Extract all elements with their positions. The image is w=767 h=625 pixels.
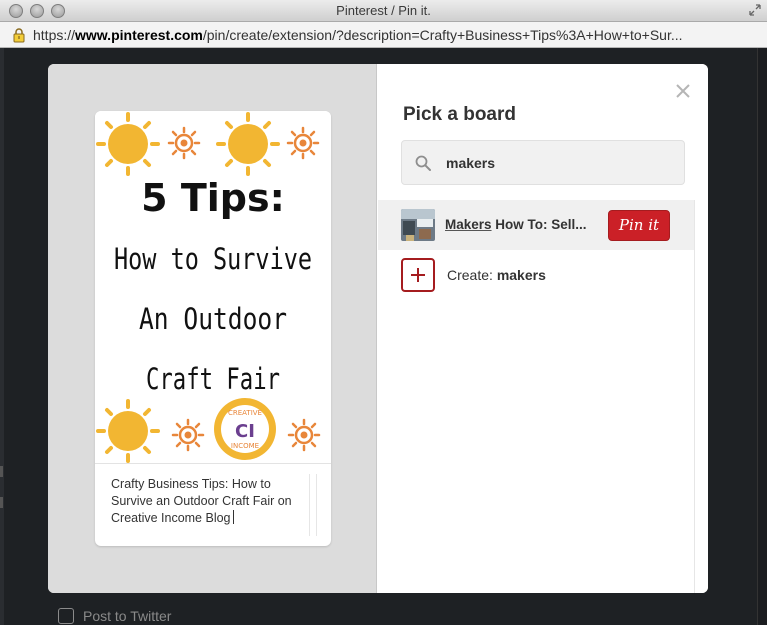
window-title: Pinterest / Pin it. [336,3,431,18]
pin-headline: 5 Tips: [141,176,285,220]
small-sun-icon [286,126,320,160]
board-name-rest: How To: Sell... [491,217,587,232]
search-input[interactable] [446,153,666,173]
window-scrollbar[interactable] [757,48,767,625]
board-name-highlight: Makers [445,217,492,232]
background-text-fragment [0,466,3,477]
description-field[interactable]: Crafty Business Tips: How to Survive an … [95,463,331,546]
address-bar[interactable]: https://www.pinterest.com/pin/create/ext… [0,22,767,48]
board-list: Makers How To: Sell... Pin it Create: ma… [378,200,694,593]
board-item[interactable]: Makers How To: Sell... Pin it [378,200,694,250]
svg-text:CREATIVE: CREATIVE [228,409,262,417]
twitter-checkbox[interactable] [58,608,74,624]
svg-text:CI: CI [235,421,255,442]
search-icon [415,155,431,171]
board-picker-pane: Pick a board Makers How To: Sell... Pi [378,64,708,593]
url-text[interactable]: https://www.pinterest.com/pin/create/ext… [33,27,763,43]
creative-income-logo: CREATIVE CI INCOME [214,398,276,460]
board-search[interactable] [401,140,685,185]
description-scrollbar[interactable] [309,474,317,536]
pin-it-button[interactable]: Pin it [608,210,670,241]
small-sun-icon [167,126,201,160]
pin-image: 5 Tips: How to Survive An Outdoor Craft … [95,111,331,463]
close-icon[interactable] [676,84,690,98]
lock-warning-icon [13,28,25,43]
pin-line-1: How to Survive [114,242,312,276]
pin-dialog: 5 Tips: How to Survive An Outdoor Craft … [48,64,708,593]
pin-preview-pane: 5 Tips: How to Survive An Outdoor Craft … [48,64,377,593]
pin-card: 5 Tips: How to Survive An Outdoor Craft … [95,111,331,546]
pin-line-2: An Outdoor [139,302,287,336]
svg-text:INCOME: INCOME [231,442,259,450]
twitter-label[interactable]: Post to Twitter [83,608,171,624]
create-board-item[interactable]: Create: makers [378,256,694,296]
pin-line-3: Craft Fair [146,362,280,396]
background-text-fragment [0,497,3,508]
pick-board-title: Pick a board [403,104,516,125]
create-board-name: makers [496,267,546,283]
text-caret [232,510,234,524]
create-prefix: Create: [447,267,497,283]
small-sun-icon [171,418,205,452]
board-thumbnail [401,209,435,241]
description-text[interactable]: Crafty Business Tips: How to Survive an … [111,477,292,525]
plus-icon[interactable] [401,258,435,292]
title-bar: Pinterest / Pin it. [0,0,767,22]
background-window [0,48,4,625]
fullscreen-icon[interactable] [749,4,761,16]
board-list-scrollbar[interactable] [694,200,708,593]
small-sun-icon [287,418,321,452]
